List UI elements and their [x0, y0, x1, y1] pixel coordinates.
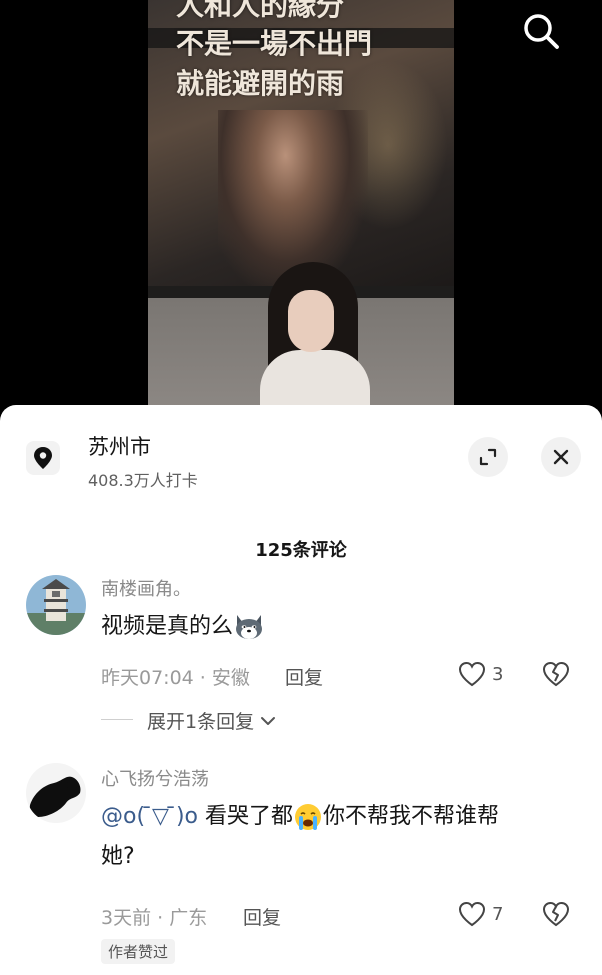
husky-emoji-icon — [236, 615, 263, 639]
comment-item: 南楼画角。 视频是真的么 昨天07:04 · 安徽 回复 3 展开1条回复 — [0, 573, 602, 733]
expand-icon[interactable] — [477, 446, 499, 468]
subtitle-line-1: 人和人的緣分 — [176, 0, 345, 22]
crying-face-emoji-icon — [295, 804, 322, 830]
comment-text-body-2: 你不帮我不帮谁帮 — [323, 804, 500, 829]
comment-text-body-3: 她? — [101, 844, 135, 869]
comment-text-body: 看哭了都 — [205, 804, 294, 829]
broken-heart-icon[interactable] — [542, 661, 570, 687]
expand-divider — [101, 719, 133, 720]
avatar[interactable] — [26, 575, 86, 635]
comment-sheet: 苏州市 408.3万人打卡 125条评论 南楼画角。 视频是真的么 昨天07:0… — [0, 405, 602, 975]
comment-item: 心飞扬兮浩荡 @o( ̄▽ ̄)o 看哭了都 你不帮我不帮谁帮她? 3天前 · … — [0, 763, 602, 973]
location-pin-icon — [34, 447, 52, 469]
subtitle-line-2: 不是一場不出門 — [176, 27, 373, 60]
video-frame[interactable]: 人和人的緣分 不是一場不出門 就能避開的雨 — [148, 0, 454, 420]
location-pin-badge — [26, 441, 60, 475]
location-name[interactable]: 苏州市 — [88, 431, 151, 461]
close-icon[interactable] — [551, 447, 571, 467]
comment-text: @o( ̄▽ ̄)o 看哭了都 你不帮我不帮谁帮她? — [101, 797, 571, 877]
dislike-button[interactable] — [542, 661, 570, 691]
author-liked-badge: 作者赞过 — [101, 939, 176, 964]
comment-text: 视频是真的么 — [101, 607, 571, 647]
reply-button[interactable]: 回复 — [285, 663, 323, 690]
heart-icon[interactable] — [458, 901, 486, 927]
location-row[interactable]: 苏州市 408.3万人打卡 — [0, 423, 602, 493]
dislike-button[interactable] — [542, 901, 570, 931]
expand-replies-label: 展开1条回复 — [147, 711, 255, 733]
like-count: 3 — [492, 663, 504, 685]
location-checkins: 408.3万人打卡 — [88, 471, 198, 490]
video-player[interactable]: 人和人的緣分 不是一場不出門 就能避開的雨 — [0, 0, 602, 420]
chevron-down-icon — [261, 716, 276, 725]
comment-time-location: 3天前 · 广东 — [101, 907, 208, 929]
reply-button[interactable]: 回复 — [243, 903, 281, 930]
comment-author[interactable]: 南楼画角。 — [101, 575, 191, 601]
comment-text-body: 视频是真的么 — [101, 614, 234, 639]
avatar[interactable] — [26, 763, 86, 823]
expand-button[interactable] — [468, 437, 508, 477]
subtitle-line-3: 就能避開的雨 — [176, 67, 345, 100]
comments-count-title: 125条评论 — [255, 540, 347, 561]
comment-author[interactable]: 心飞扬兮浩荡 — [101, 765, 209, 791]
person-face — [288, 290, 334, 352]
like-count: 7 — [492, 903, 504, 925]
expand-replies-button[interactable]: 展开1条回复 — [147, 707, 278, 734]
broken-heart-icon[interactable] — [542, 901, 570, 927]
mention-link[interactable]: @o( ̄▽ ̄)o — [101, 804, 198, 829]
close-button[interactable] — [541, 437, 581, 477]
like-button[interactable]: 3 — [458, 661, 503, 687]
search-button[interactable] — [520, 10, 562, 52]
heart-icon[interactable] — [458, 661, 486, 687]
like-button[interactable]: 7 — [458, 901, 503, 927]
comment-time-location: 昨天07:04 · 安徽 — [101, 667, 250, 689]
search-icon[interactable] — [520, 10, 562, 52]
